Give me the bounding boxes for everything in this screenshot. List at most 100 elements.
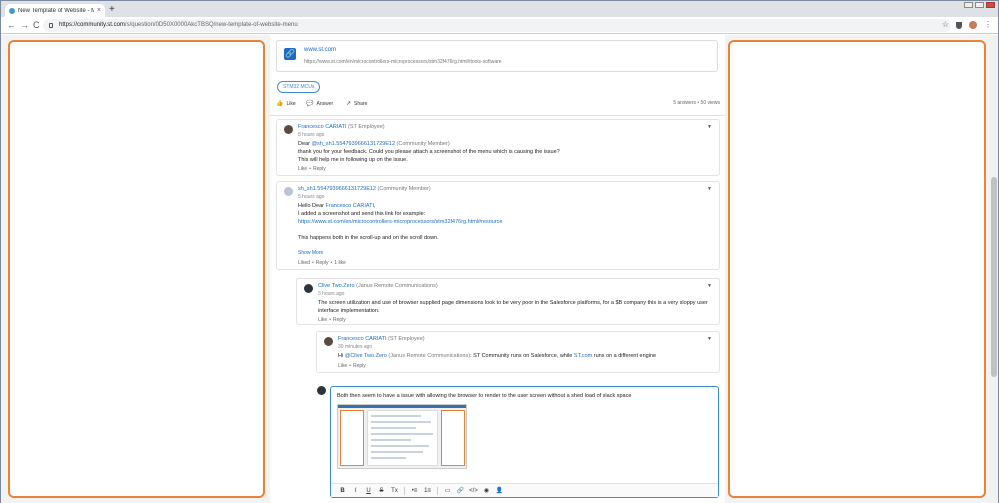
like-count[interactable]: 1 like [334,260,346,266]
maximize-button[interactable] [975,2,984,8]
browser-tab[interactable]: New Template of Website - Men × [5,4,105,17]
comment-card: Clive Two.Zero (Janus Remote Communicati… [296,278,720,325]
strikethrough-button[interactable]: S [376,486,387,496]
mention-link[interactable]: Francesco CARIATI [326,203,375,209]
tab-title: New Template of Website - Men [18,7,94,14]
screenshot-header [338,405,466,408]
comment-liked-button[interactable]: Liked [298,260,310,266]
browser-menu-icon[interactable]: ⋮ [984,21,992,29]
screenshot-content [367,410,438,466]
site-favicon-icon [9,7,15,14]
chevron-down-icon[interactable]: ▼ [707,124,712,130]
toolbar-separator [404,486,405,495]
comment-time: 8 hours ago [298,132,325,138]
comment-card: Francesco CARIATI (ST Employee) ▼ 8 hour… [276,119,720,176]
toolbar-separator [437,486,438,495]
underline-button[interactable]: U [363,486,374,496]
scrollbar-thumb[interactable] [991,177,997,377]
screenshot-left-highlight [340,410,364,466]
divider [270,115,725,116]
avatar[interactable] [284,125,293,134]
screenshot-line [371,457,406,459]
record-icon[interactable]: ◉ [481,486,492,496]
show-more-link[interactable]: Show More [298,250,323,256]
image-icon[interactable]: ▭ [442,486,453,496]
comment-like-button[interactable]: Like [318,317,327,323]
url-domain: https://community.st.com [59,22,125,28]
comment-footer: Liked • Reply • 1 like [298,260,346,266]
profile-avatar[interactable] [969,21,977,29]
mention-user-icon[interactable]: 👤 [494,486,505,496]
link-icon[interactable]: 🔗 [455,486,466,496]
reply-text[interactable]: Both then seem to have a issue with allo… [337,393,631,399]
window-controls [964,2,995,8]
screenshot-line [371,445,429,447]
st-com-link[interactable]: ST.com [574,353,592,359]
share-label: Share [354,100,368,107]
mention-link[interactable]: @sh_sh1.5547939666131729E12 [311,141,395,147]
share-icon: ↗ [346,101,352,107]
screenshot-right-highlight [441,410,465,466]
italic-button[interactable]: I [350,486,361,496]
screenshot-line [371,415,421,417]
reply-editor[interactable]: Both then seem to have a issue with allo… [330,386,719,498]
answer-view-stats: 5 answers • 50 views [673,100,720,106]
link-card[interactable]: 🔗 www.st.com https://www.st.com/en/micro… [276,40,718,72]
link-card-title[interactable]: www.st.com [304,47,336,53]
comment-card: sh_sh1.5547939666131729E12 (Community Me… [276,181,720,270]
resource-link[interactable]: https://www.st.com/en/microcontrollers-m… [298,218,713,226]
mention-link[interactable]: @Clive Two.Zero [345,353,387,359]
comment-like-button[interactable]: Like [298,166,307,172]
title-bar: New Template of Website - Men × + [1,1,998,17]
comment-reply-button[interactable]: Reply [353,363,366,369]
comment-reply-button[interactable]: Reply [333,317,346,323]
numbered-list-button[interactable]: 1≡ [422,486,433,496]
url-input[interactable]: https://community.st.com/s/question/0D50… [43,19,951,32]
back-button[interactable]: ← [7,20,16,30]
screenshot-line [371,421,431,423]
comment-time: 3 hours ago [318,291,345,297]
chevron-down-icon[interactable]: ▼ [707,283,712,289]
extension-shield-icon[interactable] [956,21,962,29]
chevron-down-icon[interactable]: ▼ [707,186,712,192]
lock-icon [49,23,53,28]
page-scrollbar[interactable] [990,35,998,503]
link-icon: 🔗 [284,48,296,60]
code-icon[interactable]: </> [468,486,479,496]
avatar[interactable] [284,187,293,196]
avatar[interactable] [304,284,313,293]
address-bar: ← → C https://community.st.com/s/questio… [1,17,998,34]
comment-author[interactable]: Clive Two.Zero (Janus Remote Communicati… [318,283,438,289]
comment-author[interactable]: Francesco CARIATI (ST Employee) [338,336,425,342]
comment-author[interactable]: Francesco CARIATI (ST Employee) [298,124,385,130]
like-button[interactable]: 👍 Like [276,100,296,108]
attached-screenshot[interactable] [337,404,467,469]
avatar[interactable] [324,337,333,346]
answer-button[interactable]: 💬 Answer [306,100,333,108]
share-button[interactable]: ↗ Share [346,100,368,108]
bold-button[interactable]: B [337,486,348,496]
chevron-down-icon[interactable]: ▼ [707,336,712,342]
clear-format-button[interactable]: Tx [389,486,400,496]
topic-tag[interactable]: STM32 MCUs [277,81,321,93]
comment-reply-button[interactable]: Reply [313,166,326,172]
forward-button[interactable]: → [20,20,29,30]
bookmark-star-icon[interactable]: ☆ [942,21,949,29]
thumbs-up-icon: 👍 [276,101,284,107]
comment-like-button[interactable]: Like [338,363,347,369]
reload-button[interactable]: C [33,20,40,30]
bulleted-list-button[interactable]: •≡ [409,486,420,496]
minimize-button[interactable] [964,2,973,8]
new-tab-button[interactable]: + [109,4,115,15]
comment-reply-button[interactable]: Reply [316,260,329,266]
comment-body: Dear @sh_sh1.5547939666131729E12 (Commun… [298,141,560,163]
url-path: /s/question/0D50X0000AkcTBSQ/new-templat… [124,22,298,28]
comment-author[interactable]: sh_sh1.5547939666131729E12 (Community Me… [298,186,431,192]
screenshot-line [371,427,416,429]
comment-footer: Like • Reply [318,317,346,323]
browser-toolbar: ☆ ⋮ [942,21,992,29]
link-card-url: https://www.st.com/en/microcontrollers-m… [304,59,502,65]
comment-body: Hi @Clive Two.Zero (Janus Remote Communi… [338,353,657,359]
close-window-button[interactable] [986,2,995,8]
close-tab-icon[interactable]: × [97,7,101,14]
